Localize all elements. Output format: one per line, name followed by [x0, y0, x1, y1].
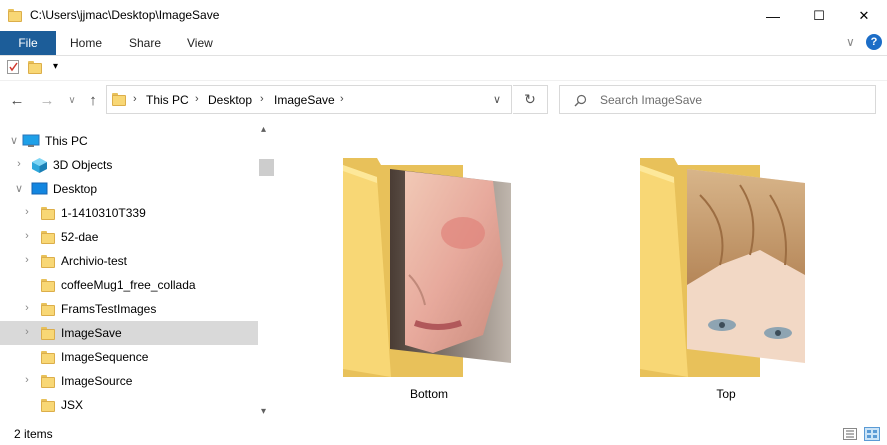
3d-objects-icon — [32, 158, 47, 173]
tab-file[interactable]: File — [0, 31, 56, 55]
tab-share[interactable]: Share — [129, 31, 161, 55]
properties-icon[interactable] — [7, 60, 19, 74]
details-view-icon[interactable] — [843, 428, 857, 440]
search-box[interactable]: Search ImageSave — [559, 85, 876, 114]
refresh-button[interactable]: ↻ — [513, 85, 548, 114]
tree-item-3d-objects[interactable]: › 3D Objects — [0, 153, 258, 177]
folder-thumbnail-icon — [343, 158, 511, 377]
tree-item-label: JSX — [61, 398, 84, 412]
scroll-up-icon[interactable]: ▴ — [261, 124, 266, 135]
tree-item-label: Archivio-test — [61, 254, 128, 268]
folder-label-top[interactable]: Top — [666, 387, 786, 401]
chevron-right-icon[interactable]: › — [22, 302, 32, 314]
tree-item-label: This PC — [45, 134, 88, 148]
desktop-icon — [31, 182, 48, 195]
recent-locations-button[interactable]: ∨ — [63, 90, 81, 110]
chevron-right-icon[interactable]: › — [133, 93, 137, 105]
tree-item-this-pc[interactable]: ∨ This PC — [0, 129, 258, 153]
title-bar: C:\Users\jjmac\Desktop\ImageSave — ☐ ✕ — [0, 0, 887, 31]
folder-icon — [41, 326, 55, 340]
customize-quick-access-icon[interactable]: ▾ — [53, 61, 58, 72]
folder-icon — [41, 302, 55, 316]
breadcrumb-this-pc[interactable]: This PC — [146, 93, 189, 107]
tree-item-folder[interactable]: › ImageSource — [0, 369, 258, 393]
tree-item-label: 3D Objects — [53, 158, 113, 172]
tree-item-label: 1-1410310T339 — [61, 206, 146, 220]
folder-icon — [41, 350, 55, 364]
breadcrumb-imagesave[interactable]: ImageSave — [274, 93, 335, 107]
minimize-button[interactable]: — — [750, 0, 796, 31]
address-bar[interactable]: › This PC › Desktop › ImageSave › ∨ — [106, 85, 512, 114]
chevron-right-icon[interactable]: › — [22, 374, 32, 386]
window-title: C:\Users\jjmac\Desktop\ImageSave — [30, 8, 220, 22]
chevron-down-icon[interactable]: ∨ — [9, 134, 19, 147]
folder-icon — [8, 8, 22, 22]
tree-item-folder[interactable]: › 1-1410310T339 — [0, 201, 258, 225]
breadcrumb-desktop[interactable]: Desktop — [208, 93, 252, 107]
folder-icon — [41, 398, 55, 412]
chevron-right-icon[interactable]: › — [260, 93, 264, 105]
maximize-button[interactable]: ☐ — [796, 0, 842, 31]
folder-icon — [41, 206, 55, 220]
forward-button[interactable]: → — [38, 90, 56, 110]
tree-item-label: Desktop — [53, 182, 98, 196]
chevron-down-icon[interactable]: ∨ — [14, 182, 24, 195]
tab-view[interactable]: View — [187, 31, 213, 55]
status-bar: 2 items — [0, 424, 887, 445]
search-icon — [574, 94, 587, 107]
tree-item-label: 52-dae — [61, 230, 99, 244]
folder-icon — [41, 254, 55, 268]
chevron-right-icon[interactable]: › — [22, 254, 32, 266]
folder-icon — [41, 230, 55, 244]
new-folder-icon[interactable] — [28, 60, 42, 74]
tree-item-label: ImageSave — [61, 326, 122, 340]
item-count: 2 items — [14, 427, 53, 441]
scrollbar-thumb[interactable] — [259, 159, 274, 176]
tree-item-desktop[interactable]: ∨ Desktop — [0, 177, 258, 201]
search-placeholder[interactable]: Search ImageSave — [600, 93, 702, 107]
tree-item-label: ImageSequence — [61, 350, 149, 364]
folder-icon — [41, 278, 55, 292]
folder-icon — [41, 374, 55, 388]
tree-item-label: coffeeMug1_free_collada — [61, 278, 196, 292]
chevron-right-icon[interactable]: › — [22, 326, 32, 338]
up-button[interactable]: ↑ — [84, 90, 102, 110]
tree-item-folder[interactable]: › Archivio-test — [0, 249, 258, 273]
chevron-right-icon[interactable]: › — [22, 206, 32, 218]
scroll-down-icon[interactable]: ▾ — [261, 406, 266, 417]
tree-item-folder[interactable]: › 52-dae — [0, 225, 258, 249]
chevron-right-icon[interactable]: › — [22, 230, 32, 242]
chevron-right-icon[interactable]: › — [340, 93, 344, 105]
tree-item-label: FramsTestImages — [61, 302, 157, 316]
address-dropdown-icon[interactable]: ∨ — [493, 93, 501, 106]
large-icons-view-icon[interactable] — [864, 427, 880, 441]
ribbon-expand-icon[interactable]: ∨ — [846, 35, 855, 49]
tab-home[interactable]: Home — [70, 31, 102, 55]
pc-icon — [22, 134, 40, 147]
tree-item-folder[interactable]: JSX — [0, 393, 258, 417]
folder-item-bottom[interactable] — [343, 155, 513, 377]
back-button[interactable]: ← — [8, 90, 26, 110]
chevron-right-icon[interactable]: › — [195, 93, 199, 105]
folder-item-top[interactable] — [640, 155, 810, 377]
folder-thumbnail-icon — [640, 158, 805, 377]
folder-label-bottom[interactable]: Bottom — [369, 387, 489, 401]
tree-item-imagesave[interactable]: › ImageSave — [0, 321, 258, 345]
close-button[interactable]: ✕ — [841, 0, 887, 31]
folder-icon — [112, 92, 126, 106]
chevron-right-icon[interactable]: › — [14, 158, 24, 170]
tree-item-folder[interactable]: ImageSequence — [0, 345, 258, 369]
tree-item-folder[interactable]: › FramsTestImages — [0, 297, 258, 321]
help-icon[interactable]: ? — [866, 34, 882, 50]
quick-access-toolbar — [0, 56, 887, 81]
tree-item-folder[interactable]: coffeeMug1_free_collada — [0, 273, 258, 297]
tree-item-label: ImageSource — [61, 374, 133, 388]
